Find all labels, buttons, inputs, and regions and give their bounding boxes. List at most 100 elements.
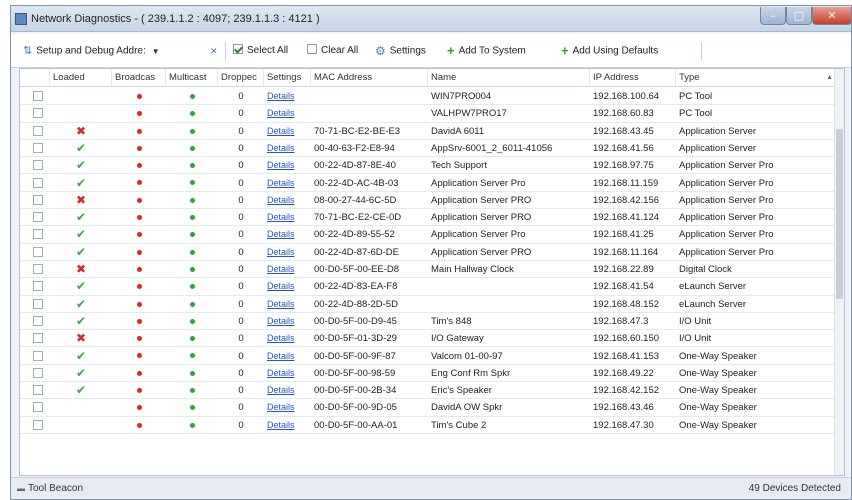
header-settings[interactable]: Settings bbox=[264, 69, 311, 87]
loaded-cell: ✔ bbox=[50, 157, 112, 174]
table-row[interactable]: 0 Details 00-D0-5F-00-9D-05 DavidA OW Spkr 1… bbox=[20, 399, 844, 417]
checkmark-icon: ✔ bbox=[75, 244, 87, 259]
scrollbar-thumb[interactable] bbox=[836, 129, 843, 299]
table-row[interactable]: ✔ 0 Details 70-71-BC-E2-CE-0D Application Se… bbox=[20, 209, 844, 227]
chevron-down-icon: ▼ bbox=[151, 46, 160, 56]
device-name: WIN7PRO004 bbox=[431, 91, 492, 102]
row-checkbox[interactable] bbox=[33, 177, 43, 188]
row-checkbox[interactable] bbox=[33, 367, 43, 378]
mac-address bbox=[311, 88, 428, 105]
header-dropped[interactable]: Droppec bbox=[218, 69, 264, 87]
row-checkbox[interactable] bbox=[33, 194, 43, 205]
table-row[interactable]: ✔ 0 Details 00-D0-5F-00-9F-87 Valcom 01-00-9… bbox=[20, 348, 844, 365]
row-checkbox[interactable] bbox=[33, 298, 43, 309]
table-row[interactable]: ✔ 0 Details 00-22-4D-89-55-52 Application Se… bbox=[20, 226, 844, 244]
details-link[interactable]: Details bbox=[267, 385, 295, 395]
table-row[interactable]: ✔ 0 Details 00-22-4D-88-2D-5D 192.168.48.152… bbox=[20, 296, 844, 313]
multicast-status-dot bbox=[189, 215, 195, 221]
details-link[interactable]: Details bbox=[267, 160, 295, 170]
row-checkbox[interactable] bbox=[33, 419, 43, 430]
details-link[interactable]: Details bbox=[267, 91, 295, 101]
table-row[interactable]: ✔ 0 Details 00-D0-5F-00-2B-34 Eric's Speaker… bbox=[20, 382, 844, 400]
header-mac[interactable]: MAC Address bbox=[311, 69, 428, 87]
row-select-cell bbox=[20, 313, 50, 330]
ip-address: 192.168.41.54 bbox=[593, 281, 654, 293]
add-to-system-button[interactable]: + Add To System bbox=[447, 43, 526, 59]
row-checkbox[interactable] bbox=[33, 281, 43, 292]
row-checkbox[interactable] bbox=[33, 246, 43, 257]
table-row[interactable]: ✔ 0 Details 00-D0-5F-00-98-59 Eng Conf Rm Sp… bbox=[20, 365, 844, 383]
header-loaded[interactable]: Loaded bbox=[50, 69, 112, 87]
table-row[interactable]: ✖ 0 Details 70-71-BC-E2-BE-E3 DavidA 6011 192… bbox=[20, 123, 844, 140]
multicast-cell bbox=[166, 382, 218, 399]
row-checkbox[interactable] bbox=[33, 142, 43, 153]
table-row[interactable]: ✔ 0 Details 00-22-4D-AC-4B-03 Application Se… bbox=[20, 175, 844, 192]
loaded-cell: ✔ bbox=[50, 382, 112, 399]
table-row[interactable]: ✔ 0 Details 00-22-4D-87-6D-DE Application Se… bbox=[20, 244, 844, 261]
clear-all-button[interactable]: Clear All bbox=[307, 43, 358, 59]
details-link[interactable]: Details bbox=[267, 368, 295, 378]
header-type[interactable]: Type ▲ bbox=[676, 69, 836, 87]
table-row[interactable]: ✔ 0 Details 00-22-4D-87-8E-40 Tech Support 19… bbox=[20, 157, 844, 175]
details-link[interactable]: Details bbox=[267, 264, 295, 274]
details-link[interactable]: Details bbox=[267, 195, 295, 205]
row-checkbox[interactable] bbox=[33, 350, 43, 361]
row-checkbox[interactable] bbox=[33, 385, 43, 396]
table-row[interactable]: 0 Details VALHPW7PRO17 192.168.60.83 PC Tool bbox=[20, 105, 844, 123]
details-link[interactable]: Details bbox=[267, 229, 295, 239]
details-link[interactable]: Details bbox=[267, 212, 295, 222]
setup-debug-dropdown[interactable]: ⇅ Setup and Debug Addre: ▼ bbox=[23, 43, 160, 59]
close-button[interactable]: ✕ bbox=[812, 7, 852, 25]
details-link[interactable]: Details bbox=[267, 178, 295, 188]
row-checkbox[interactable] bbox=[33, 264, 43, 274]
title-bar[interactable]: Network Diagnostics - ( 239.1.1.2 : 4097… bbox=[11, 6, 852, 32]
tool-beacon-toggle[interactable]: ▬ Tool Beacon bbox=[17, 483, 83, 494]
row-checkbox[interactable] bbox=[33, 229, 43, 240]
table-row[interactable]: ✖ 0 Details 08-00-27-44-6C-5D Application Se… bbox=[20, 192, 844, 210]
row-checkbox[interactable] bbox=[33, 108, 43, 119]
row-checkbox[interactable] bbox=[33, 402, 43, 413]
details-link[interactable]: Details bbox=[267, 299, 295, 309]
row-checkbox[interactable] bbox=[33, 91, 43, 101]
toolbar: ⇅ Setup and Debug Addre: ▼ ✕ Select All Cl… bbox=[11, 34, 851, 68]
header-multicast[interactable]: Multicast bbox=[166, 69, 218, 87]
row-checkbox[interactable] bbox=[33, 160, 43, 171]
details-link[interactable]: Details bbox=[267, 316, 295, 326]
table-row[interactable]: 0 Details 00-D0-5F-00-AA-01 Tim's Cube 2 192… bbox=[20, 417, 844, 434]
details-link[interactable]: Details bbox=[267, 247, 295, 257]
details-link[interactable]: Details bbox=[267, 351, 295, 361]
settings-button[interactable]: ⚙ Settings bbox=[375, 43, 426, 59]
table-row[interactable]: ✔ 0 Details 00-D0-5F-00-D9-45 Tim's 848 192.1… bbox=[20, 313, 844, 331]
header-check[interactable] bbox=[20, 69, 50, 87]
table-row[interactable]: ✖ 0 Details 00-D0-5F-00-EE-D8 Main Hallway C… bbox=[20, 261, 844, 279]
details-link[interactable]: Details bbox=[267, 126, 295, 136]
row-checkbox[interactable] bbox=[33, 333, 43, 344]
header-name[interactable]: Name bbox=[428, 69, 590, 87]
minimize-button[interactable]: – bbox=[760, 7, 786, 25]
details-link[interactable]: Details bbox=[267, 402, 295, 412]
loaded-cell: ✔ bbox=[50, 278, 112, 295]
table-row[interactable]: ✔ 0 Details 00-40-63-F2-E8-94 AppSrv-6001_2_… bbox=[20, 140, 844, 158]
row-select-cell bbox=[20, 105, 50, 122]
table-row[interactable]: ✔ 0 Details 00-22-4D-83-EA-F8 192.168.41.54 e… bbox=[20, 278, 844, 296]
details-link[interactable]: Details bbox=[267, 143, 295, 153]
table-row[interactable]: 0 Details WIN7PRO004 192.168.100.64 PC Tool bbox=[20, 88, 844, 106]
row-checkbox[interactable] bbox=[33, 125, 43, 136]
row-checkbox[interactable] bbox=[33, 212, 43, 223]
maximize-button[interactable]: □ bbox=[786, 7, 812, 25]
details-link[interactable]: Details bbox=[267, 420, 295, 430]
dropdown-clear-button[interactable]: ✕ bbox=[210, 43, 218, 59]
details-link[interactable]: Details bbox=[267, 108, 295, 118]
add-using-defaults-button[interactable]: + Add Using Defaults bbox=[561, 43, 658, 59]
device-type: One-Way Speaker bbox=[679, 419, 757, 431]
add-using-defaults-label: Add Using Defaults bbox=[572, 45, 659, 57]
multicast-status-dot bbox=[189, 422, 195, 428]
select-all-button[interactable]: Select All bbox=[233, 43, 288, 59]
details-link[interactable]: Details bbox=[267, 281, 295, 291]
table-row[interactable]: ✖ 0 Details 00-D0-5F-01-3D-29 I/O Gateway 192… bbox=[20, 330, 844, 348]
header-ip[interactable]: IP Address bbox=[590, 69, 676, 87]
row-checkbox[interactable] bbox=[33, 315, 43, 326]
vertical-scrollbar[interactable] bbox=[834, 69, 844, 475]
header-broadcast[interactable]: Broadcas bbox=[112, 69, 166, 87]
details-link[interactable]: Details bbox=[267, 333, 295, 343]
